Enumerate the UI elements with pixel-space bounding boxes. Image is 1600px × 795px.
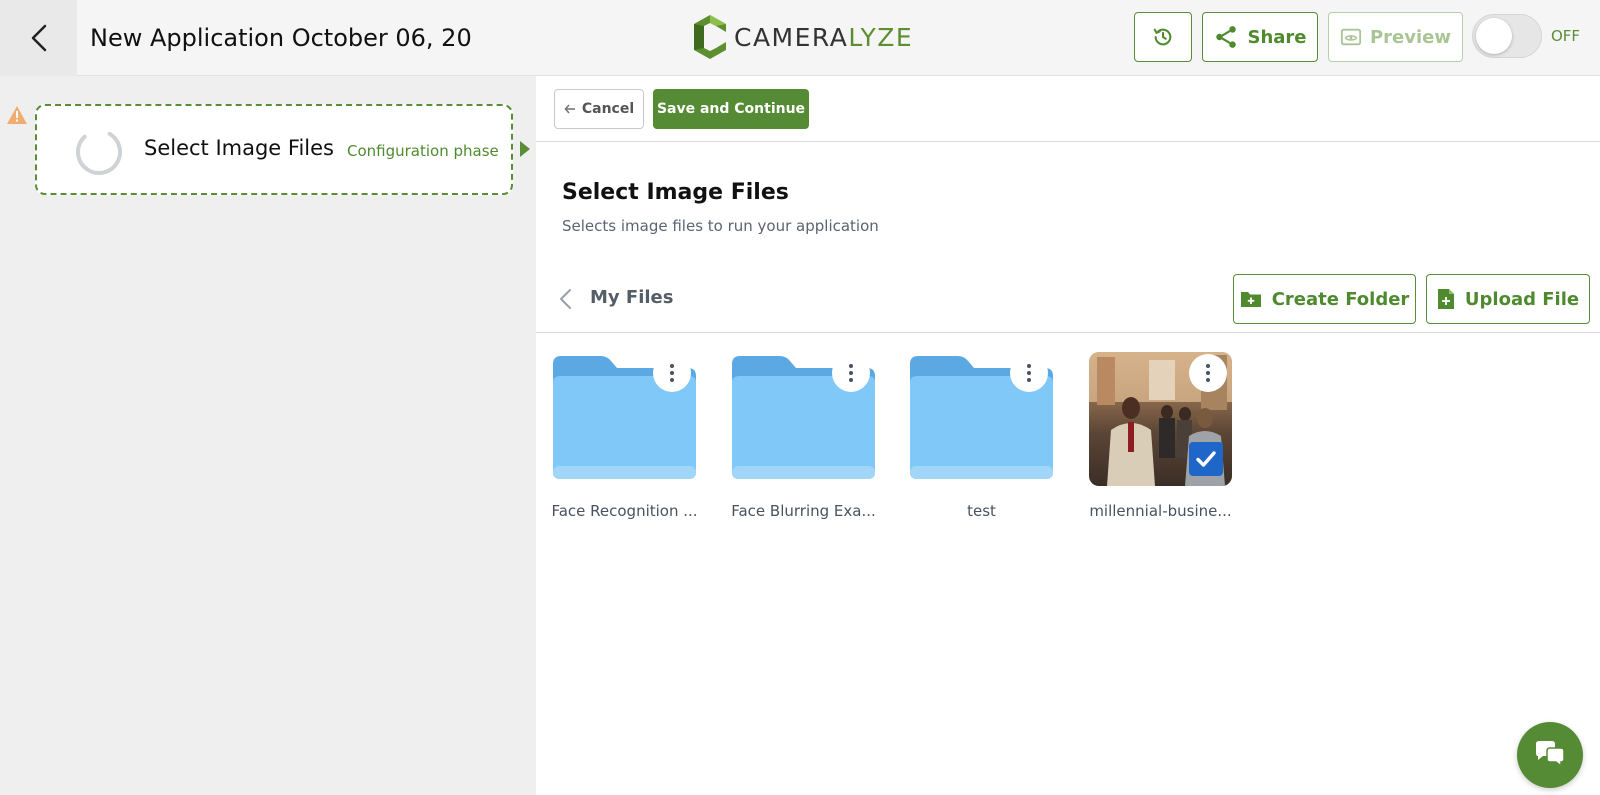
cancel-button[interactable]: Cancel <box>554 89 644 129</box>
loading-spinner-icon <box>76 129 122 175</box>
arrow-left-icon <box>564 104 575 114</box>
more-options-icon[interactable] <box>832 354 870 392</box>
file-name: Face Blurring Exa... <box>731 502 876 520</box>
file-name: millennial-busine... <box>1089 502 1232 520</box>
editor-toolbar: Cancel Save and Continue <box>536 76 1600 142</box>
warning-icon <box>7 106 27 124</box>
live-toggle[interactable] <box>1472 14 1542 58</box>
upload-file-label: Upload File <box>1464 288 1580 310</box>
share-label: Share <box>1247 26 1307 48</box>
app-title[interactable]: New Application October 06, 2022 <box>90 20 472 56</box>
file-plus-icon <box>1437 289 1454 309</box>
logo-hexagon-icon <box>694 15 726 59</box>
step-title: Select Image Files <box>144 136 334 160</box>
chevron-left-icon <box>31 24 46 52</box>
history-button[interactable] <box>1134 12 1192 62</box>
logo-text: CAMERALYZE <box>734 22 914 52</box>
more-options-icon[interactable] <box>653 354 691 392</box>
toggle-knob <box>1476 18 1512 54</box>
file-browser-bar: My Files Create Folder Upload File <box>536 265 1600 333</box>
folder-plus-icon <box>1240 292 1261 307</box>
file-name: Face Recognition ... <box>551 502 698 520</box>
selected-checkbox-icon[interactable] <box>1189 442 1223 476</box>
step-active-arrow-icon <box>520 141 530 157</box>
file-name: test <box>967 502 996 520</box>
more-options-icon[interactable] <box>1010 354 1048 392</box>
back-button[interactable] <box>0 0 77 76</box>
breadcrumb[interactable]: My Files <box>590 287 673 308</box>
more-options-icon[interactable] <box>1189 354 1227 392</box>
history-icon <box>1153 28 1172 46</box>
step-editor-panel: Cancel Save and Continue Select Image Fi… <box>536 76 1600 795</box>
cancel-label: Cancel <box>581 101 635 117</box>
preview-button[interactable]: Preview <box>1328 12 1463 62</box>
section-title: Select Image Files <box>562 180 789 205</box>
step-phase: Configuration phase <box>347 142 499 160</box>
upload-file-button[interactable]: Upload File <box>1426 274 1590 324</box>
save-and-continue-button[interactable]: Save and Continue <box>653 89 809 129</box>
chat-button[interactable] <box>1517 722 1583 788</box>
chat-bubbles-icon <box>1536 741 1565 768</box>
create-folder-label: Create Folder <box>1271 288 1410 310</box>
share-button[interactable]: Share <box>1202 12 1318 62</box>
eye-icon <box>1340 28 1362 46</box>
create-folder-button[interactable]: Create Folder <box>1233 274 1416 324</box>
preview-label: Preview <box>1369 26 1452 48</box>
share-icon <box>1216 26 1237 48</box>
toggle-state-label: OFF <box>1551 27 1581 45</box>
steps-panel: Select Image Files Configuration phase <box>0 76 536 795</box>
section-description: Selects image files to run your applicat… <box>562 217 879 235</box>
step-card-select-image-files[interactable]: Select Image Files Configuration phase <box>35 104 513 195</box>
app-header: New Application October 06, 2022 CAMERAL… <box>0 0 1600 76</box>
chevron-left-icon[interactable] <box>558 288 572 310</box>
camerlyze-logo: CAMERALYZE <box>694 13 913 61</box>
